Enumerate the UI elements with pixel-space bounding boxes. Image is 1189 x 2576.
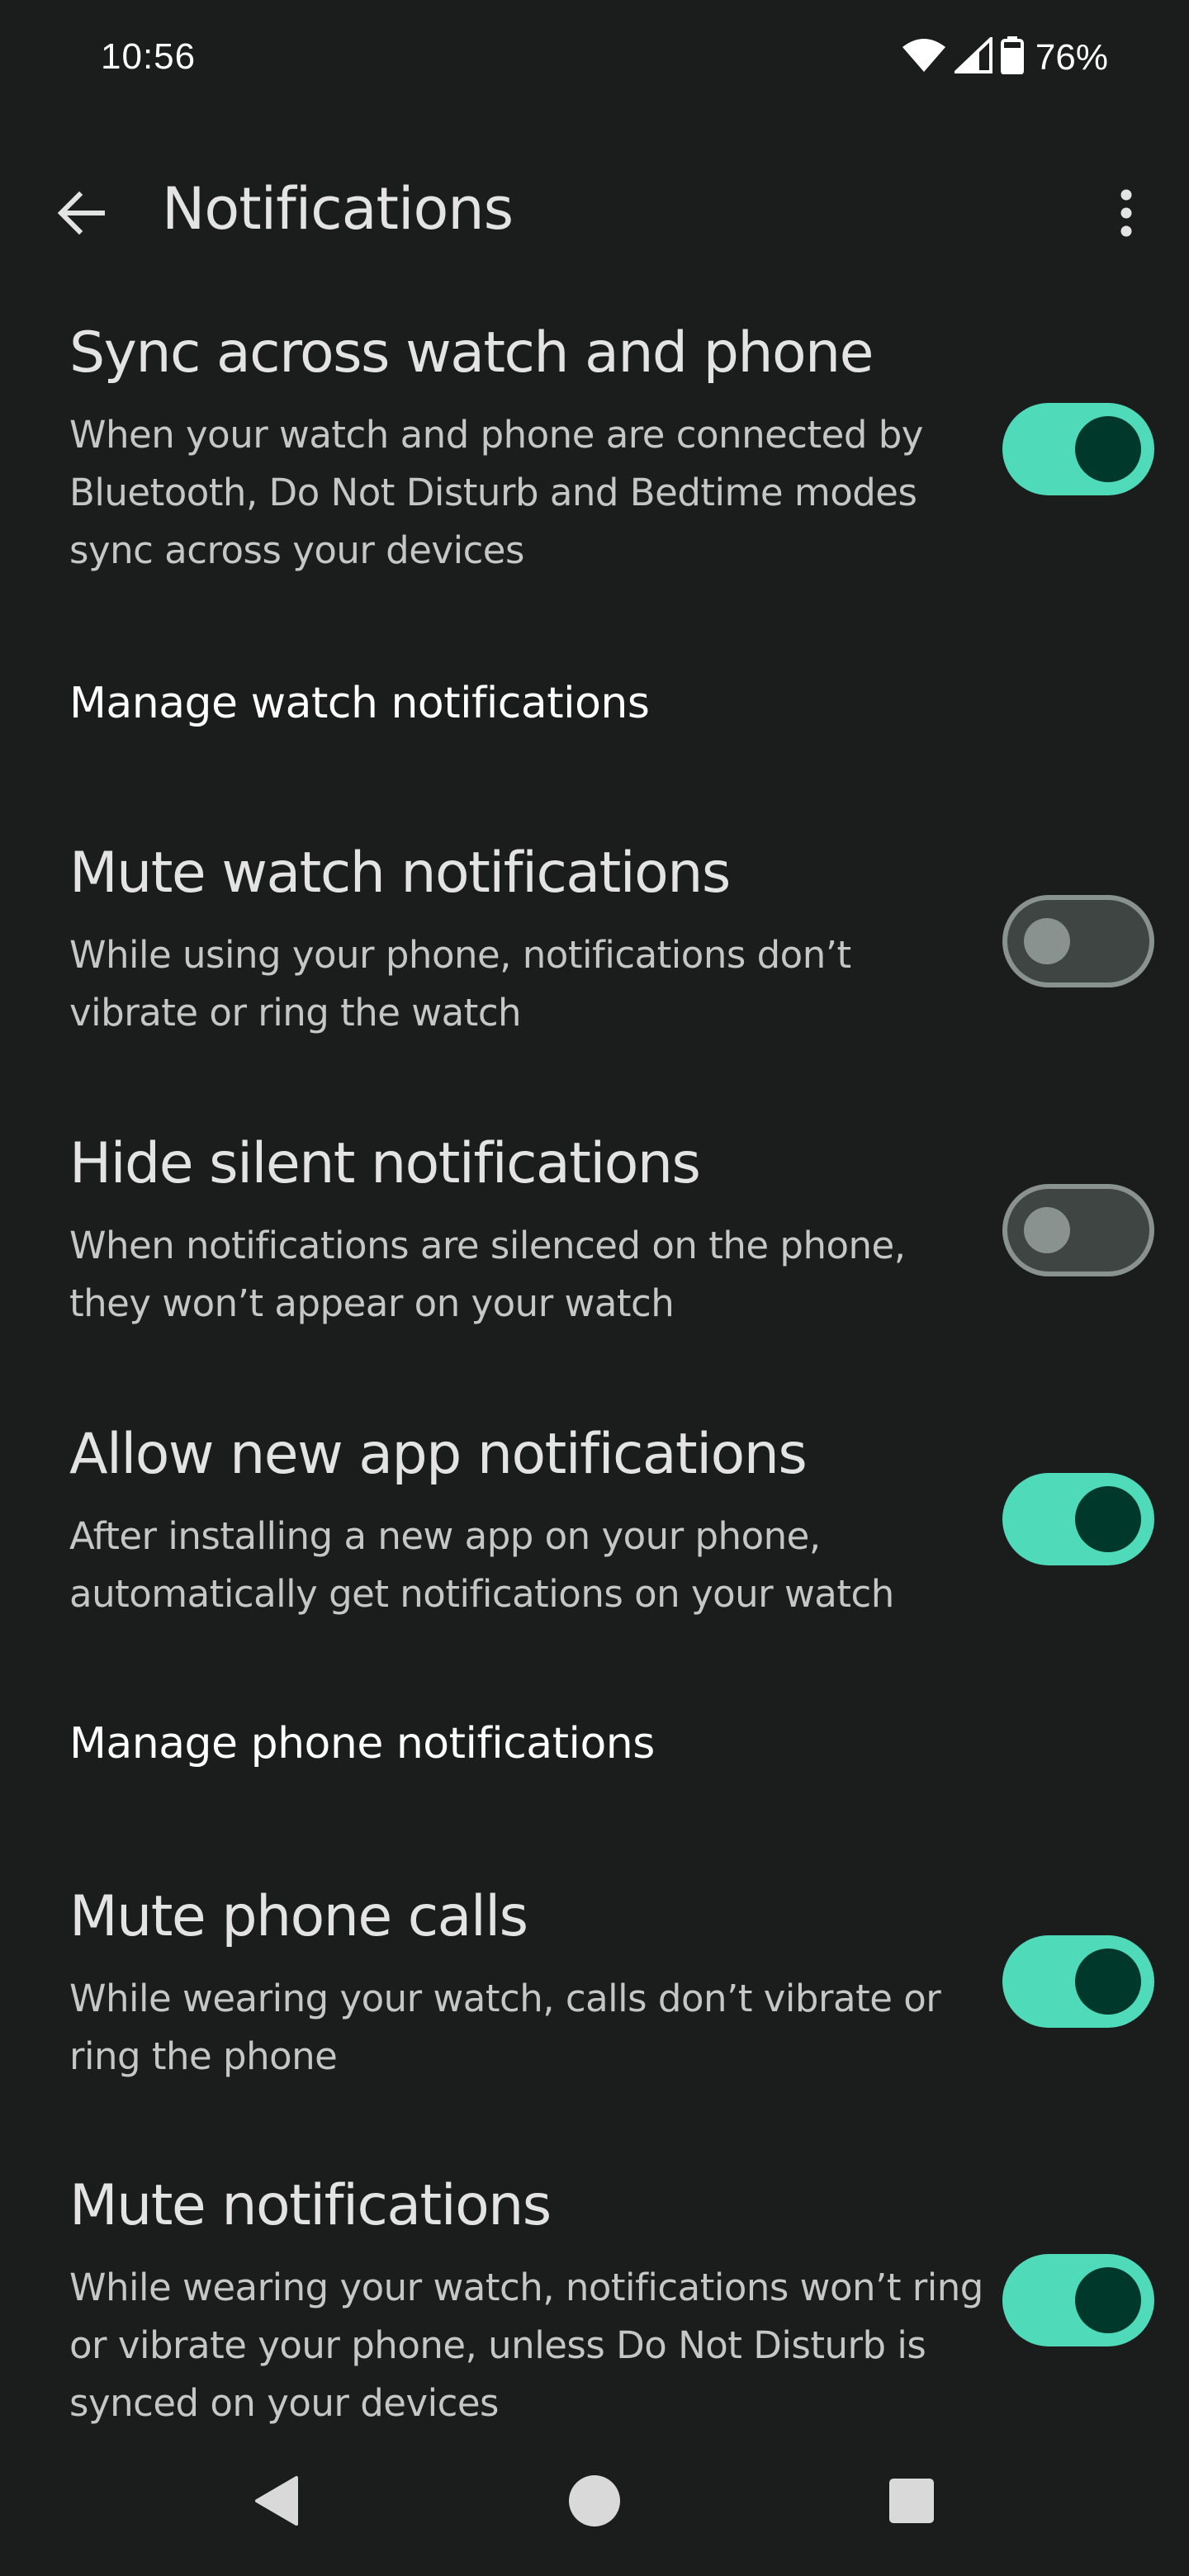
recents-square-icon: [888, 2477, 936, 2529]
setting-title: Sync across watch and phone: [69, 320, 874, 386]
status-bar: 10:56 76%: [0, 0, 1189, 116]
allow-new-app-toggle[interactable]: [1002, 1473, 1154, 1565]
setting-mute-notifications[interactable]: Mute notifications While wearing your wa…: [0, 2155, 1189, 2444]
section-header-phone: Manage phone notifications: [69, 1719, 655, 1769]
arrow-back-icon: [54, 187, 107, 244]
setting-mute-watch-notifications[interactable]: Mute watch notifications While using you…: [0, 826, 1189, 1073]
setting-title: Hide silent notifications: [69, 1131, 701, 1196]
top-app-bar: Notifications: [0, 157, 1189, 269]
switch-thumb: [1024, 1207, 1070, 1253]
mute-calls-toggle[interactable]: [1002, 1935, 1154, 2028]
setting-summary: While wearing your watch, calls don’t vi…: [69, 1977, 941, 2078]
setting-title: Allow new app notifications: [69, 1422, 808, 1487]
switch-thumb: [1075, 1949, 1141, 2015]
setting-title: Mute notifications: [69, 2173, 552, 2238]
system-navigation-bar: [0, 2444, 1189, 2576]
setting-sync-across-devices[interactable]: Sync across watch and phone When your wa…: [0, 305, 1189, 594]
setting-summary: When notifications are silenced on the p…: [69, 1224, 906, 1325]
setting-summary: While using your phone, notifications do…: [69, 933, 851, 1035]
switch-thumb: [1075, 2267, 1141, 2333]
mute-notifications-toggle[interactable]: [1002, 2254, 1154, 2346]
status-time: 10:56: [101, 36, 197, 77]
mute-watch-toggle[interactable]: [1002, 895, 1154, 987]
cellular-signal-icon: [951, 35, 992, 78]
switch-thumb: [1075, 416, 1141, 482]
battery-icon: [1000, 36, 1024, 78]
hide-silent-toggle[interactable]: [1002, 1184, 1154, 1276]
sync-toggle[interactable]: [1002, 403, 1154, 495]
page-title: Notifications: [162, 175, 514, 243]
setting-mute-phone-calls[interactable]: Mute phone calls While wearing your watc…: [0, 1866, 1189, 2114]
nav-home-button[interactable]: [549, 2457, 640, 2548]
nav-back-button[interactable]: [231, 2457, 322, 2548]
status-icons: 76%: [902, 35, 1108, 78]
home-circle-icon: [567, 2474, 622, 2532]
setting-summary: While wearing your watch, notifications …: [69, 2266, 983, 2425]
nav-recents-button[interactable]: [866, 2457, 957, 2548]
section-header-watch: Manage watch notifications: [69, 679, 650, 728]
more-options-button[interactable]: [1093, 182, 1159, 248]
battery-percentage: 76%: [1035, 36, 1108, 78]
more-vert-icon: [1118, 187, 1135, 244]
switch-thumb: [1075, 1486, 1141, 1552]
switch-thumb: [1024, 918, 1070, 964]
wifi-icon: [902, 37, 946, 78]
back-button[interactable]: [48, 182, 114, 248]
back-triangle-icon: [252, 2474, 301, 2531]
setting-title: Mute watch notifications: [69, 841, 731, 906]
setting-summary: When your watch and phone are connected …: [69, 413, 923, 572]
setting-title: Mute phone calls: [69, 1884, 528, 1949]
setting-summary: After installing a new app on your phone…: [69, 1514, 894, 1616]
setting-hide-silent-notifications[interactable]: Hide silent notifications When notificat…: [0, 1115, 1189, 1362]
setting-allow-new-app-notifications[interactable]: Allow new app notifications After instal…: [0, 1404, 1189, 1651]
